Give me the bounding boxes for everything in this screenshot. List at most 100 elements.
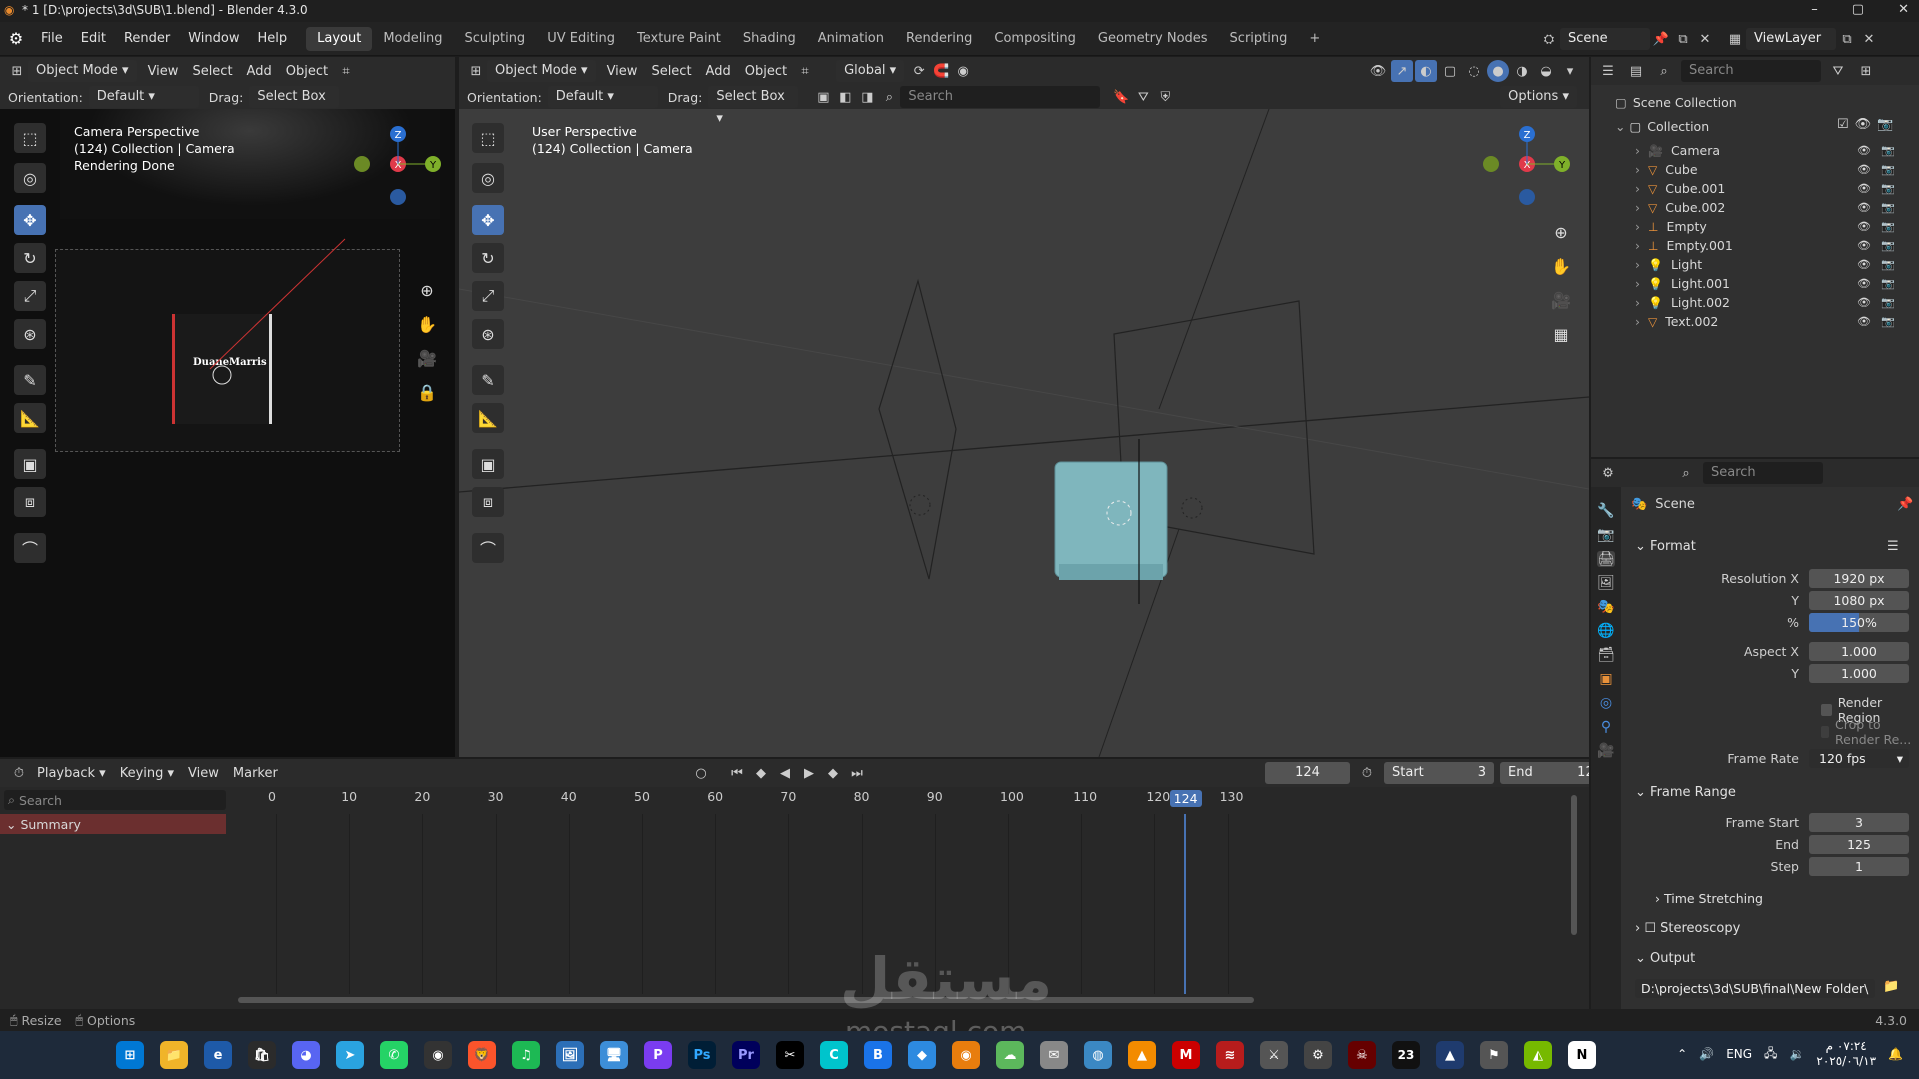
outliner-item[interactable]: › ▽ Text.002 👁 📷 [1591,312,1895,331]
chevron-up-icon[interactable]: ⌃ [1677,1047,1687,1061]
menu-keying[interactable]: Keying ▾ [113,766,181,781]
resolution-x-field[interactable]: 1920 px [1809,569,1909,588]
menu-file[interactable]: File [32,22,72,56]
overlay-toggle-icon[interactable]: ◐ [1415,60,1437,82]
play-reverse-icon[interactable]: ◀ [774,762,796,784]
presets-icon[interactable]: ☰ [1887,539,1899,554]
left-menu-select[interactable]: Select [185,64,239,79]
capcut-icon[interactable]: ✂ [776,1041,804,1069]
transform-orientation-selector[interactable]: Global ▾ [836,60,905,82]
horizontal-scrollbar[interactable] [238,997,1254,1003]
zoom-icon[interactable]: ⊕ [414,277,440,303]
outliner-item[interactable]: › ▽ Cube.002 👁 📷 [1591,198,1895,217]
snapping-icon[interactable]: 🧲 [930,60,952,82]
scene-collection-row[interactable]: ▢ Scene Collection [1591,93,1861,112]
eye-icon[interactable]: 👁 [1855,117,1872,132]
picsart-icon[interactable]: P [644,1041,672,1069]
main-menu-select[interactable]: Select [644,64,698,79]
eye-icon[interactable]: 👁 [1857,258,1871,271]
editor-type-icon[interactable]: ⏱ [8,762,30,784]
minimize-button[interactable]: – [1811,2,1818,17]
tab-sculpting[interactable]: Sculpting [453,27,536,51]
select-extend-icon[interactable]: ◧ [834,86,856,108]
filter-icon[interactable]: ⛛ [1827,60,1849,82]
current-frame-field[interactable]: 124 [1265,762,1350,784]
outliner-search-input[interactable]: Search [1681,60,1821,82]
blender-menu-icon[interactable]: ⚙ [0,29,32,48]
tool-scale[interactable]: ⤢ [14,281,46,311]
outliner-item[interactable]: › ▽ Cube 👁 📷 [1591,160,1895,179]
aspect-x-field[interactable]: 1.000 [1809,642,1909,661]
eye-icon[interactable]: 👁 [1857,144,1871,157]
wireframe-shading-icon[interactable]: ◌ [1463,60,1485,82]
menu-help[interactable]: Help [249,22,297,56]
tool-rotate[interactable]: ↻ [14,243,46,273]
remote-icon[interactable]: 🖥 [600,1041,628,1069]
tool-tab-icon[interactable]: 🔧 [1597,503,1614,519]
vlc-icon[interactable]: ▲ [1128,1041,1156,1069]
frame-step-field[interactable]: 1 [1809,857,1909,876]
outliner-item[interactable]: › 💡 Light 👁 📷 [1591,255,1895,274]
outliner-item[interactable]: › ⊥ Empty 👁 📷 [1591,217,1895,236]
menu-playback[interactable]: Playback ▾ [30,766,113,781]
editor-type-icon[interactable]: ⊞ [6,60,28,82]
camera-view-icon[interactable]: 🎥 [1548,287,1574,313]
options-button[interactable]: Options ▾ [1500,86,1577,108]
red-app-icon[interactable]: ≋ [1216,1041,1244,1069]
tab-rendering[interactable]: Rendering [895,27,983,51]
pin-icon[interactable]: 📌 [1897,497,1913,512]
chevron-right-icon[interactable]: › [1635,200,1640,215]
game-icon[interactable]: ⚔ [1260,1041,1288,1069]
menu-edit[interactable]: Edit [72,22,115,56]
time-stretching-subpanel[interactable]: › Time Stretching [1655,891,1763,906]
select-mode-icon[interactable]: ▣ [812,86,834,108]
clock[interactable]: ٠٧:٢٤ م ٢٠٢٥/٠٦/١٣ [1816,1039,1876,1069]
left-menu-view[interactable]: View [141,64,186,79]
whatsapp-icon[interactable]: ✆ [380,1041,408,1069]
delete-scene-icon[interactable]: ✕ [1694,28,1716,50]
mail-icon[interactable]: ✉ [1040,1041,1068,1069]
notification-icon[interactable]: 🔔 [1888,1047,1903,1061]
outliner-item[interactable]: › 💡 Light.002 👁 📷 [1591,293,1895,312]
summary-channel[interactable]: ⌄ Summary [0,814,226,834]
menu-render[interactable]: Render [115,22,179,56]
edge-icon[interactable]: e [204,1041,232,1069]
pivot-icon[interactable]: ⟳ [908,60,930,82]
tab-geometry-nodes[interactable]: Geometry Nodes [1087,27,1219,51]
start-frame-field[interactable]: Start 3 [1384,762,1494,784]
solid-shading-icon[interactable]: ● [1487,60,1509,82]
globe-icon[interactable]: ◍ [1084,1041,1112,1069]
chevron-right-icon[interactable]: › [1635,219,1640,234]
vertical-scrollbar[interactable] [1571,795,1577,935]
tool-transform[interactable]: ⊛ [472,319,504,349]
gizmo-toggle-icon[interactable]: ↗ [1391,60,1413,82]
crop-checkbox[interactable]: Crop to Render Re... [1821,717,1919,747]
view-layer-selector[interactable]: ViewLayer [1746,28,1836,50]
editor-type-icon[interactable]: ⊞ [465,60,487,82]
photoshop-icon[interactable]: Ps [688,1041,716,1069]
tool-cursor[interactable]: ◎ [14,163,46,193]
clock-icon[interactable]: ⏱ [1356,762,1378,784]
box-icon[interactable]: ◆ [908,1041,936,1069]
stereoscopy-panel-header[interactable]: › ☐ Stereoscopy [1635,921,1740,936]
format-panel-header[interactable]: ⌄ Format [1635,539,1696,554]
data-tab-icon[interactable]: 🎥 [1597,743,1614,759]
eye-icon[interactable]: 👁 [1857,315,1871,328]
tool-rotate[interactable]: ↻ [472,243,504,273]
tool-cursor[interactable]: ◎ [472,163,504,193]
tab-animation[interactable]: Animation [807,27,895,51]
main-menu-object[interactable]: Object [738,64,794,79]
material-shading-icon[interactable]: ◑ [1511,60,1533,82]
chevron-right-icon[interactable]: › [1635,162,1640,177]
camera-render-icon[interactable]: 📷 [1877,117,1893,132]
chevron-right-icon[interactable]: › [1635,276,1640,291]
left-mode-selector[interactable]: Object Mode ▾ [28,60,137,82]
outliner-item[interactable]: › 💡 Light.001 👁 📷 [1591,274,1895,293]
frame-range-panel-header[interactable]: ⌄ Frame Range [1635,785,1736,800]
eye-icon[interactable]: 👁 [1857,201,1871,214]
object-tab-icon[interactable]: ▣ [1599,671,1612,687]
jump-end-icon[interactable]: ⏭ [846,762,868,784]
start-icon[interactable]: ⊞ [116,1041,144,1069]
tab-layout[interactable]: Layout [306,26,373,51]
view-layer-icon[interactable]: ▦ [1724,28,1746,50]
